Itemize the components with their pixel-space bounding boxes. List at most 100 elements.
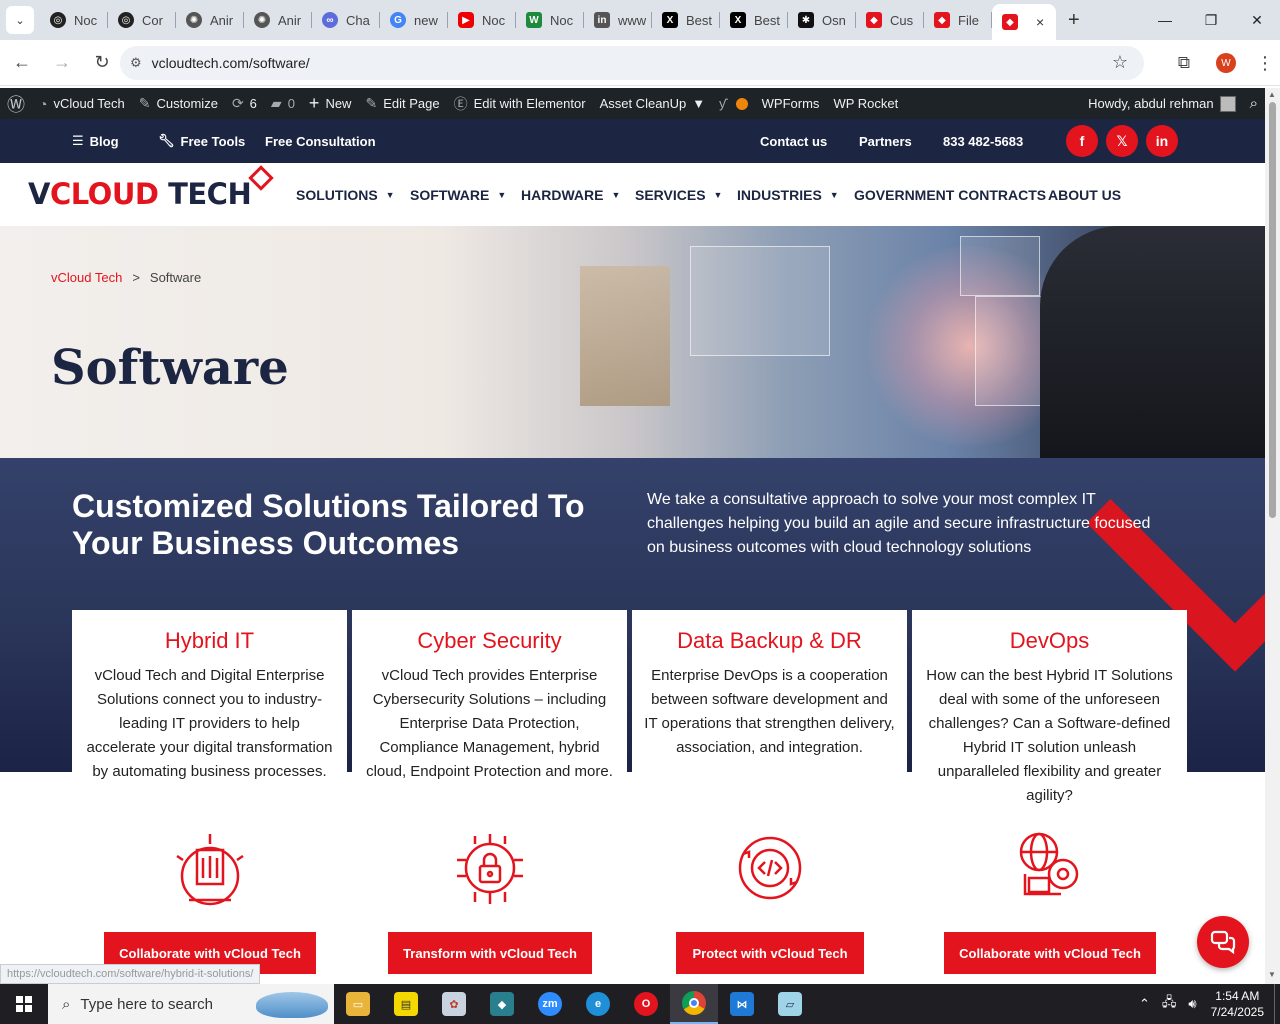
tab-title: Cus — [890, 12, 914, 28]
browser-tab[interactable]: Gnew — [380, 0, 448, 40]
forward-icon[interactable]: → — [44, 45, 80, 81]
blog-link[interactable]: ☰ Blog — [72, 119, 119, 163]
reload-icon[interactable]: ↻ — [84, 45, 120, 81]
nav-government-contracts[interactable]: GOVERNMENT CONTRACTS — [854, 163, 1046, 226]
my-account-link[interactable]: Howdy, abdul rehman — [1081, 88, 1243, 119]
taskbar-app[interactable]: ✿ — [430, 984, 478, 1024]
taskbar-chrome[interactable] — [670, 984, 718, 1024]
vcloud-favicon-icon: ◆ — [1002, 14, 1018, 30]
site-name-link[interactable]: ◔ vCloud Tech — [32, 88, 132, 119]
browser-tab[interactable]: ◆ File — [924, 0, 992, 40]
x-twitter-icon[interactable]: 𝕏 — [1106, 125, 1138, 157]
browser-tab-active[interactable]: ◆ × — [992, 4, 1056, 40]
globe-gear-icon — [1019, 832, 1079, 896]
phone-link[interactable]: 833 482-5683 — [943, 119, 1023, 163]
nav-about-us[interactable]: ABOUT US — [1048, 163, 1121, 226]
minimize-icon[interactable]: — — [1142, 0, 1188, 40]
browser-tab[interactable]: ◎ Noc — [40, 0, 108, 40]
close-window-icon[interactable]: ✕ — [1234, 0, 1280, 40]
free-tools-link[interactable]: 🔧︎ Free Tools — [158, 119, 245, 163]
browser-tab[interactable]: X Best — [652, 0, 720, 40]
chat-button[interactable] — [1197, 916, 1249, 968]
wpforms-link[interactable]: WPForms — [755, 88, 827, 119]
wp-rocket-link[interactable]: WP Rocket — [826, 88, 905, 119]
page-scrollbar[interactable]: ▲ ▼ — [1265, 88, 1280, 984]
taskbar-vscode[interactable]: ⋈ — [718, 984, 766, 1024]
seo-link[interactable]: ƴ — [712, 88, 755, 119]
browser-menu-icon[interactable]: ⋮ — [1250, 53, 1280, 74]
admin-search-icon[interactable]: ⌕ — [1243, 88, 1265, 119]
nav-solutions[interactable]: SOLUTIONS ▼ — [296, 163, 395, 226]
scroll-down-icon[interactable]: ▼ — [1268, 970, 1276, 979]
taskbar-sticky-notes[interactable]: ▤ — [382, 984, 430, 1024]
restore-icon[interactable]: ❐ — [1188, 0, 1234, 40]
taskbar-edge[interactable]: e — [574, 984, 622, 1024]
pencil-icon: ✎ — [365, 95, 378, 111]
taskbar-app[interactable]: ◆ — [478, 984, 526, 1024]
edit-elementor-link[interactable]: Ⓔ Edit with Elementor — [447, 88, 593, 119]
new-content-link[interactable]: + New — [302, 88, 359, 119]
vcloud-favicon-icon: ◆ — [866, 12, 882, 28]
taskbar-file-explorer[interactable]: ▭ — [334, 984, 382, 1024]
browser-tab[interactable]: W Noc — [516, 0, 584, 40]
wordpress-logo-icon[interactable]: Ⓦ — [0, 88, 32, 119]
nav-services[interactable]: SERVICES ▼ — [635, 163, 722, 226]
windows-logo-icon — [16, 996, 32, 1012]
scrollbar-thumb[interactable] — [1269, 102, 1276, 518]
new-tab-button[interactable]: + — [1068, 9, 1080, 32]
nav-software[interactable]: SOFTWARE ▼ — [410, 163, 506, 226]
updates-icon: ⟳ — [231, 95, 244, 111]
protect-button[interactable]: Protect with vCloud Tech — [676, 932, 864, 974]
site-settings-icon[interactable]: ⚙ — [130, 55, 142, 71]
browser-tab[interactable]: ◎ Cor — [108, 0, 176, 40]
nav-label: HARDWARE — [521, 186, 604, 203]
taskbar-app[interactable]: ▱ — [766, 984, 814, 1024]
back-icon[interactable]: ← — [4, 45, 40, 81]
hero-warehouse-image — [580, 266, 670, 406]
taskbar-search[interactable]: ⌕ Type here to search — [48, 984, 334, 1024]
tab-title: Cha — [346, 12, 370, 28]
section-title: Customized Solutions Tailored To Your Bu… — [72, 488, 585, 561]
browser-tab[interactable]: ∞ Cha — [312, 0, 380, 40]
edit-page-link[interactable]: ✎ Edit Page — [358, 88, 446, 119]
partners-link[interactable]: Partners — [859, 119, 912, 163]
close-tab-icon[interactable]: × — [1036, 14, 1044, 30]
browser-tab[interactable]: ▶ Noc — [448, 0, 516, 40]
nav-hardware[interactable]: HARDWARE ▼ — [521, 163, 620, 226]
collaborate-button[interactable]: Collaborate with vCloud Tech — [944, 932, 1156, 974]
card-body: Enterprise DevOps is a cooperation betwe… — [644, 667, 895, 756]
bookmark-star-icon[interactable]: ☆ — [1112, 52, 1128, 73]
browser-tab[interactable]: ✱ Osn — [788, 0, 856, 40]
customize-link[interactable]: ✎ Customize — [132, 88, 225, 119]
url-text[interactable]: vcloudtech.com/software/ — [152, 55, 310, 71]
network-icon[interactable]: 🖧︎ — [1162, 993, 1177, 1015]
browser-tab[interactable]: in www — [584, 0, 652, 40]
address-bar[interactable]: ⚙ vcloudtech.com/software/ ☆ — [120, 46, 1144, 80]
breadcrumb-home-link[interactable]: vCloud Tech — [51, 270, 122, 285]
start-button[interactable] — [0, 984, 48, 1024]
taskbar-zoom[interactable]: zm — [526, 984, 574, 1024]
linkedin-icon[interactable]: in — [1146, 125, 1178, 157]
profile-avatar[interactable]: W — [1216, 53, 1236, 73]
asset-cleanup-link[interactable]: Asset CleanUp ▼ — [593, 88, 713, 119]
taskbar-clock[interactable]: 1:54 AM 7/24/2025 — [1211, 988, 1264, 1020]
browser-tab[interactable]: ✺ Anir — [176, 0, 244, 40]
browser-tab[interactable]: ◆ Cus — [856, 0, 924, 40]
free-consultation-link[interactable]: Free Consultation — [265, 119, 376, 163]
taskbar-opera[interactable]: O — [622, 984, 670, 1024]
nav-industries[interactable]: INDUSTRIES ▼ — [737, 163, 839, 226]
tab-search-button[interactable]: ⌄ — [6, 6, 34, 34]
facebook-icon[interactable]: f — [1066, 125, 1098, 157]
comments-link[interactable]: ▰ 0 — [264, 88, 302, 119]
updates-link[interactable]: ⟳ 6 — [225, 88, 264, 119]
transform-button[interactable]: Transform with vCloud Tech — [388, 932, 592, 974]
site-logo[interactable]: VCLOUD TECH — [28, 177, 252, 217]
contact-link[interactable]: Contact us — [760, 119, 827, 163]
browser-tab[interactable]: ✺ Anir — [244, 0, 312, 40]
volume-icon[interactable]: 🔊︎ — [1188, 996, 1196, 1012]
chevron-up-icon[interactable]: ⌃ — [1139, 996, 1150, 1012]
show-desktop-button[interactable] — [1274, 984, 1280, 1024]
extensions-icon[interactable]: ⧉ — [1166, 53, 1202, 73]
browser-tab[interactable]: X Best — [720, 0, 788, 40]
scroll-up-icon[interactable]: ▲ — [1268, 90, 1276, 99]
